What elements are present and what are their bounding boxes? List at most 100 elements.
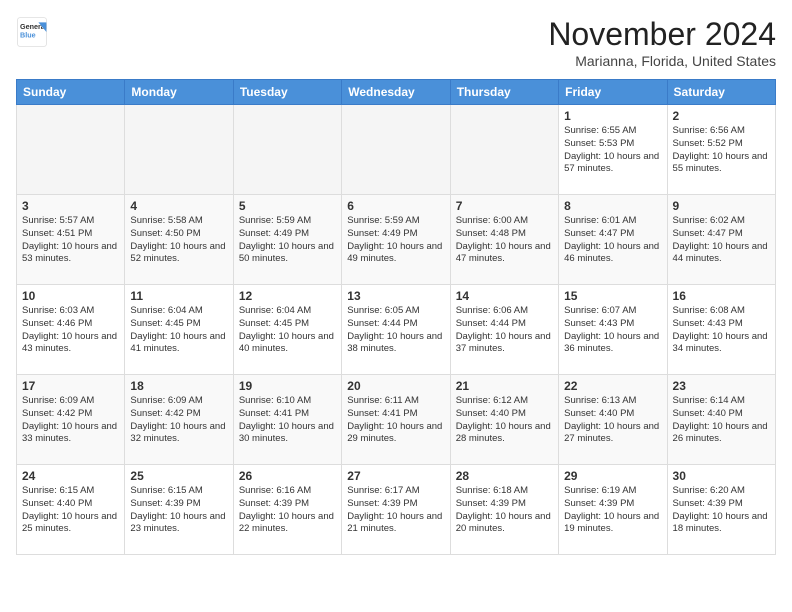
day-info: Sunrise: 6:07 AM Sunset: 4:43 PM Dayligh… (564, 305, 661, 356)
calendar-cell: 7 Sunrise: 6:00 AM Sunset: 4:48 PM Daylig… (450, 195, 558, 285)
day-number: 8 (564, 199, 661, 213)
weekday-header-sunday: Sunday (17, 80, 125, 105)
calendar-cell: 19 Sunrise: 6:10 AM Sunset: 4:41 PM Dayli… (233, 375, 341, 465)
day-number: 11 (130, 289, 227, 303)
calendar-cell: 13 Sunrise: 6:05 AM Sunset: 4:44 PM Dayli… (342, 285, 450, 375)
weekday-header-saturday: Saturday (667, 80, 775, 105)
day-info: Sunrise: 6:55 AM Sunset: 5:53 PM Dayligh… (564, 125, 661, 176)
day-info: Sunrise: 6:00 AM Sunset: 4:48 PM Dayligh… (456, 215, 553, 266)
calendar-cell: 22Sunrise: 6:13 AM Sunset: 4:40 PM Dayli… (559, 375, 667, 465)
day-info: Sunrise: 6:10 AM Sunset: 4:41 PM Dayligh… (239, 395, 336, 446)
day-info: Sunrise: 6:05 AM Sunset: 4:44 PM Dayligh… (347, 305, 444, 356)
calendar-cell: 10 Sunrise: 6:03 AM Sunset: 4:46 PM Dayli… (17, 285, 125, 375)
day-info: Sunrise: 6:06 AM Sunset: 4:44 PM Dayligh… (456, 305, 553, 356)
day-info: Sunrise: 6:13 AM Sunset: 4:40 PM Dayligh… (564, 395, 661, 446)
calendar-cell: 6 Sunrise: 5:59 AM Sunset: 4:49 PM Daylig… (342, 195, 450, 285)
day-number: 16 (673, 289, 770, 303)
week-row-4: 17Sunrise: 6:09 AM Sunset: 4:42 PM Dayli… (17, 375, 776, 465)
calendar-table: SundayMondayTuesdayWednesdayThursdayFrid… (16, 79, 776, 555)
location: Marianna, Florida, United States (548, 53, 776, 69)
calendar-cell: 17Sunrise: 6:09 AM Sunset: 4:42 PM Dayli… (17, 375, 125, 465)
day-number: 18 (130, 379, 227, 393)
day-info: Sunrise: 6:04 AM Sunset: 4:45 PM Dayligh… (130, 305, 227, 356)
calendar-cell: 30 Sunrise: 6:20 AM Sunset: 4:39 PM Dayli… (667, 465, 775, 555)
day-number: 30 (673, 469, 770, 483)
day-number: 13 (347, 289, 444, 303)
calendar-cell: 2Sunrise: 6:56 AM Sunset: 5:52 PM Daylig… (667, 105, 775, 195)
calendar-cell (125, 105, 233, 195)
calendar-cell: 20Sunrise: 6:11 AM Sunset: 4:41 PM Dayli… (342, 375, 450, 465)
calendar-cell: 28 Sunrise: 6:18 AM Sunset: 4:39 PM Dayli… (450, 465, 558, 555)
day-number: 19 (239, 379, 336, 393)
day-number: 29 (564, 469, 661, 483)
svg-text:Blue: Blue (20, 31, 36, 40)
day-info: Sunrise: 6:01 AM Sunset: 4:47 PM Dayligh… (564, 215, 661, 266)
weekday-header-wednesday: Wednesday (342, 80, 450, 105)
day-info: Sunrise: 6:15 AM Sunset: 4:39 PM Dayligh… (130, 485, 227, 536)
day-number: 14 (456, 289, 553, 303)
calendar-cell (342, 105, 450, 195)
day-info: Sunrise: 6:18 AM Sunset: 4:39 PM Dayligh… (456, 485, 553, 536)
week-row-1: 1 Sunrise: 6:55 AM Sunset: 5:53 PM Daylig… (17, 105, 776, 195)
day-info: Sunrise: 6:14 AM Sunset: 4:40 PM Dayligh… (673, 395, 770, 446)
logo: General Blue (16, 16, 48, 48)
day-number: 28 (456, 469, 553, 483)
day-number: 24 (22, 469, 119, 483)
calendar-cell: 1 Sunrise: 6:55 AM Sunset: 5:53 PM Daylig… (559, 105, 667, 195)
day-number: 15 (564, 289, 661, 303)
calendar-cell (450, 105, 558, 195)
week-row-2: 3Sunrise: 5:57 AM Sunset: 4:51 PM Daylig… (17, 195, 776, 285)
day-number: 21 (456, 379, 553, 393)
day-info: Sunrise: 5:58 AM Sunset: 4:50 PM Dayligh… (130, 215, 227, 266)
calendar-cell: 11 Sunrise: 6:04 AM Sunset: 4:45 PM Dayli… (125, 285, 233, 375)
calendar-cell: 12 Sunrise: 6:04 AM Sunset: 4:45 PM Dayli… (233, 285, 341, 375)
page-header: General Blue November 2024 Marianna, Flo… (16, 16, 776, 69)
weekday-header-tuesday: Tuesday (233, 80, 341, 105)
day-info: Sunrise: 6:02 AM Sunset: 4:47 PM Dayligh… (673, 215, 770, 266)
day-number: 12 (239, 289, 336, 303)
title-block: November 2024 Marianna, Florida, United … (548, 16, 776, 69)
day-number: 4 (130, 199, 227, 213)
month-title: November 2024 (548, 16, 776, 53)
weekday-header-friday: Friday (559, 80, 667, 105)
day-info: Sunrise: 5:57 AM Sunset: 4:51 PM Dayligh… (22, 215, 119, 266)
logo-icon: General Blue (16, 16, 48, 48)
calendar-cell: 15 Sunrise: 6:07 AM Sunset: 4:43 PM Dayli… (559, 285, 667, 375)
day-info: Sunrise: 6:08 AM Sunset: 4:43 PM Dayligh… (673, 305, 770, 356)
calendar-cell: 29 Sunrise: 6:19 AM Sunset: 4:39 PM Dayli… (559, 465, 667, 555)
day-number: 9 (673, 199, 770, 213)
day-info: Sunrise: 6:20 AM Sunset: 4:39 PM Dayligh… (673, 485, 770, 536)
day-number: 6 (347, 199, 444, 213)
calendar-cell: 3Sunrise: 5:57 AM Sunset: 4:51 PM Daylig… (17, 195, 125, 285)
day-number: 23 (673, 379, 770, 393)
day-number: 20 (347, 379, 444, 393)
calendar-cell: 8 Sunrise: 6:01 AM Sunset: 4:47 PM Daylig… (559, 195, 667, 285)
day-info: Sunrise: 5:59 AM Sunset: 4:49 PM Dayligh… (347, 215, 444, 266)
day-info: Sunrise: 6:19 AM Sunset: 4:39 PM Dayligh… (564, 485, 661, 536)
calendar-cell (17, 105, 125, 195)
week-row-3: 10 Sunrise: 6:03 AM Sunset: 4:46 PM Dayli… (17, 285, 776, 375)
day-info: Sunrise: 6:12 AM Sunset: 4:40 PM Dayligh… (456, 395, 553, 446)
calendar-cell: 9 Sunrise: 6:02 AM Sunset: 4:47 PM Daylig… (667, 195, 775, 285)
day-number: 7 (456, 199, 553, 213)
weekday-header-row: SundayMondayTuesdayWednesdayThursdayFrid… (17, 80, 776, 105)
day-number: 27 (347, 469, 444, 483)
calendar-cell (233, 105, 341, 195)
day-info: Sunrise: 6:09 AM Sunset: 4:42 PM Dayligh… (130, 395, 227, 446)
day-info: Sunrise: 6:04 AM Sunset: 4:45 PM Dayligh… (239, 305, 336, 356)
weekday-header-thursday: Thursday (450, 80, 558, 105)
weekday-header-monday: Monday (125, 80, 233, 105)
day-number: 1 (564, 109, 661, 123)
day-info: Sunrise: 6:09 AM Sunset: 4:42 PM Dayligh… (22, 395, 119, 446)
calendar-cell: 25Sunrise: 6:15 AM Sunset: 4:39 PM Dayli… (125, 465, 233, 555)
calendar-cell: 26Sunrise: 6:16 AM Sunset: 4:39 PM Dayli… (233, 465, 341, 555)
day-info: Sunrise: 6:56 AM Sunset: 5:52 PM Dayligh… (673, 125, 770, 176)
calendar-cell: 5Sunrise: 5:59 AM Sunset: 4:49 PM Daylig… (233, 195, 341, 285)
day-info: Sunrise: 5:59 AM Sunset: 4:49 PM Dayligh… (239, 215, 336, 266)
calendar-cell: 16 Sunrise: 6:08 AM Sunset: 4:43 PM Dayli… (667, 285, 775, 375)
calendar-cell: 24Sunrise: 6:15 AM Sunset: 4:40 PM Dayli… (17, 465, 125, 555)
week-row-5: 24Sunrise: 6:15 AM Sunset: 4:40 PM Dayli… (17, 465, 776, 555)
day-info: Sunrise: 6:17 AM Sunset: 4:39 PM Dayligh… (347, 485, 444, 536)
day-number: 10 (22, 289, 119, 303)
day-info: Sunrise: 6:03 AM Sunset: 4:46 PM Dayligh… (22, 305, 119, 356)
